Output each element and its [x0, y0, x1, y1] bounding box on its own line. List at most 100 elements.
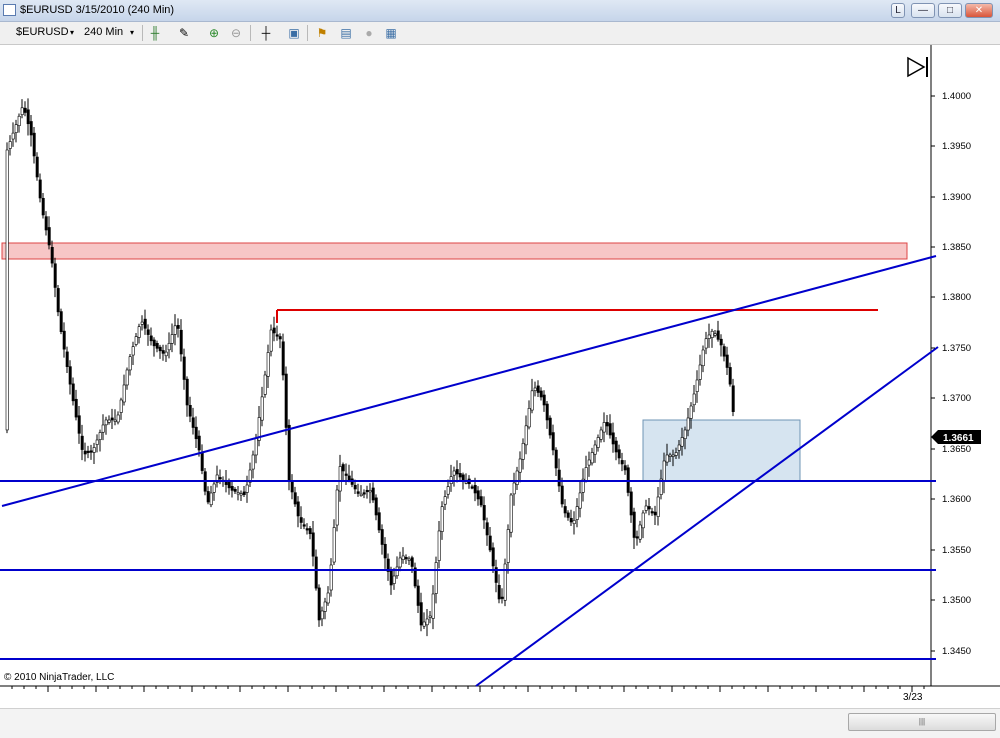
candle-up	[506, 529, 510, 563]
candle-down	[206, 491, 210, 503]
candle-up	[683, 429, 687, 439]
candle-down	[182, 356, 186, 380]
candle-up	[320, 610, 324, 620]
candle-up	[575, 506, 579, 520]
candlestick-style-icon[interactable]: ╫	[147, 25, 163, 41]
chevron-down-icon[interactable]: ▾	[70, 28, 74, 37]
zoom-in-icon[interactable]: ⊕	[206, 25, 222, 41]
candle-up	[509, 494, 513, 533]
price-chart[interactable]: 1.4000 1.3950 1.3900 1.3850 1.3800 1.375…	[0, 45, 1000, 708]
candle-up	[239, 493, 243, 496]
candle-down	[290, 481, 294, 493]
candle-down	[341, 464, 345, 472]
scrollbar-thumb[interactable]: |||	[848, 713, 996, 731]
candle-down	[197, 435, 201, 451]
candle-up	[590, 452, 594, 464]
candle-up	[644, 505, 648, 511]
candle-up	[674, 452, 678, 456]
candle-down	[488, 535, 492, 551]
candle-down	[299, 517, 303, 523]
candle-down	[458, 473, 462, 478]
candle-down	[53, 263, 57, 288]
candle-up	[8, 141, 12, 149]
candle-up	[587, 459, 591, 466]
candle-down	[74, 398, 78, 418]
candle-up	[119, 399, 123, 413]
instrument-selector[interactable]: $EURUSD	[16, 26, 69, 38]
price-tick-label: 1.3950	[942, 141, 971, 152]
candle-up	[437, 530, 441, 561]
candle-down	[377, 512, 381, 531]
candle-up	[677, 444, 681, 451]
horizontal-scrollbar[interactable]: |||	[0, 708, 1000, 738]
candle-up	[515, 470, 519, 485]
zoom-out-icon[interactable]: ⊖	[228, 25, 244, 41]
candle-up	[92, 447, 96, 453]
candle-down	[497, 585, 501, 600]
price-tick-label: 1.3450	[942, 646, 971, 657]
link-button[interactable]: L	[891, 3, 905, 18]
candle-down	[374, 497, 378, 516]
candle-down	[716, 330, 720, 340]
candle-up	[602, 422, 606, 433]
chart-trader-icon[interactable]: ▦	[383, 25, 399, 41]
candle-down	[155, 343, 159, 349]
candle-down	[563, 506, 567, 514]
candle-up	[335, 489, 339, 526]
properties-icon[interactable]: ●	[361, 25, 377, 41]
candle-up	[524, 425, 528, 446]
candle-down	[233, 489, 237, 492]
candle-up	[101, 424, 105, 433]
window-title: $EURUSD 3/15/2010 (240 Min)	[20, 4, 175, 16]
candle-down	[308, 528, 312, 535]
candle-up	[578, 492, 582, 509]
candle-down	[71, 383, 75, 402]
price-tick-label: 1.3850	[942, 242, 971, 253]
data-box-icon[interactable]: ▣	[286, 25, 302, 41]
candle-up	[137, 326, 141, 338]
strategies-icon[interactable]: ▤	[338, 25, 354, 41]
candle-up	[704, 338, 708, 349]
crosshair-icon[interactable]: ┼	[258, 25, 274, 41]
candle-up	[452, 470, 456, 476]
candle-down	[47, 227, 51, 246]
candle-up	[401, 555, 405, 560]
candle-up	[236, 492, 240, 495]
candle-up	[245, 484, 249, 493]
period-selector[interactable]: 240 Min	[84, 26, 123, 38]
minimize-button[interactable]: —	[911, 3, 935, 18]
candle-down	[473, 485, 477, 494]
price-tick-label: 1.3800	[942, 292, 971, 303]
candle-down	[548, 417, 552, 436]
candle-down	[614, 440, 618, 453]
candle-up	[113, 419, 117, 422]
candle-down	[383, 543, 387, 559]
candle-down	[611, 432, 615, 445]
candle-down	[725, 354, 729, 368]
candle-up	[326, 592, 330, 604]
candle-down	[296, 501, 300, 517]
candle-down	[722, 346, 726, 357]
candle-up	[266, 352, 270, 377]
indicators-icon[interactable]: ⚑	[314, 25, 330, 41]
candle-down	[158, 346, 162, 352]
supply-zone-rect[interactable]	[1, 242, 908, 260]
candle-down	[278, 336, 282, 340]
candle-up	[263, 374, 267, 395]
candle-down	[560, 485, 564, 505]
chevron-down-icon[interactable]: ▾	[130, 28, 134, 37]
candle-down	[311, 532, 315, 557]
candle-up	[95, 439, 99, 445]
pencil-draw-icon[interactable]: ✎	[176, 25, 192, 41]
candle-down	[65, 351, 69, 367]
candle-down	[83, 450, 87, 455]
candle-up	[656, 496, 660, 517]
current-price-label: 1.3661	[943, 433, 974, 444]
candle-down	[32, 132, 36, 157]
close-button[interactable]: ✕	[965, 3, 993, 18]
candle-up	[695, 379, 699, 392]
candle-down	[470, 486, 474, 489]
candle-up	[680, 437, 684, 447]
candle-down	[371, 487, 375, 501]
maximize-button[interactable]: □	[938, 3, 962, 18]
